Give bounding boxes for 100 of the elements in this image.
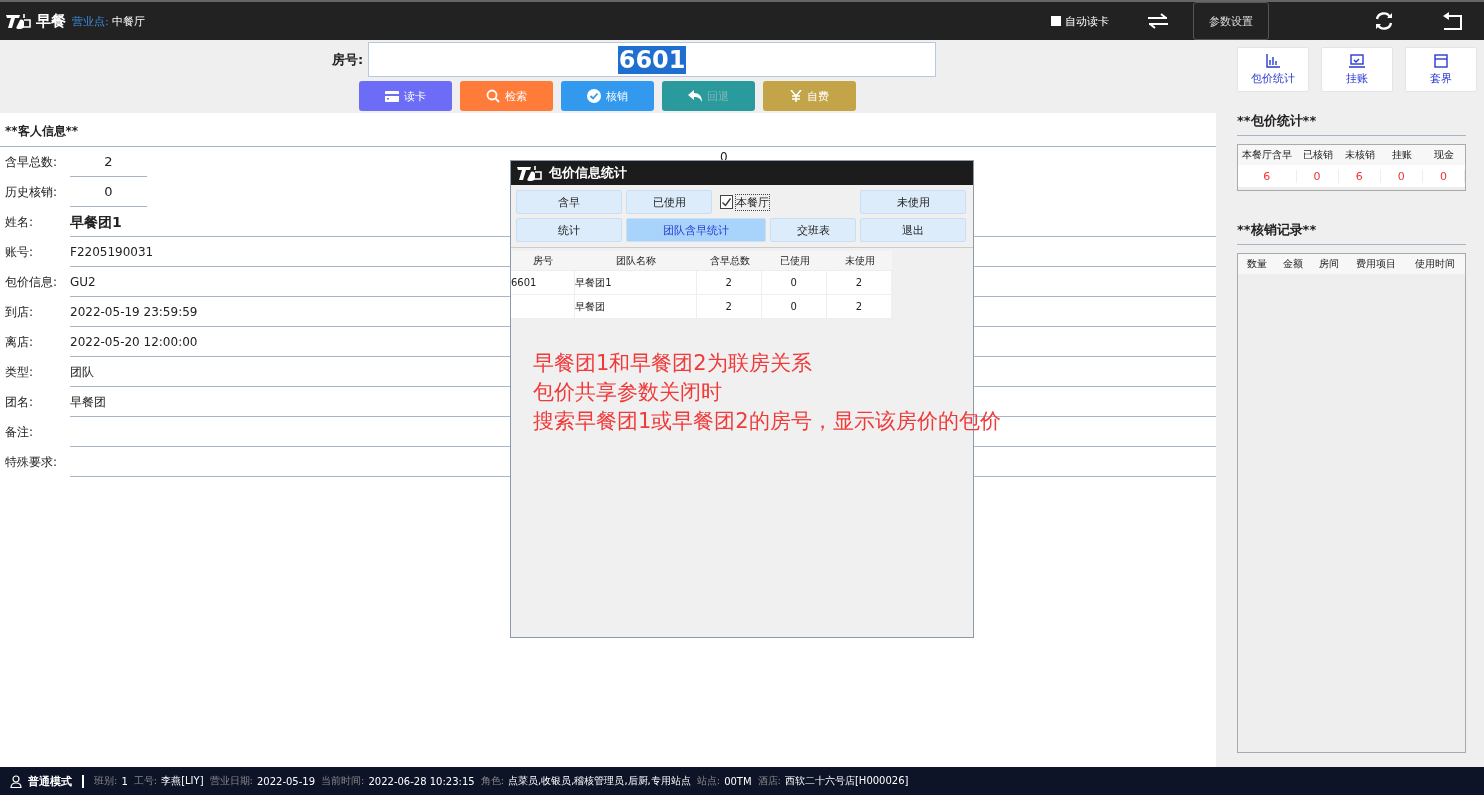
status-label: 站点:: [696, 774, 721, 788]
room-number-field[interactable]: 6601: [368, 42, 937, 77]
annotation-text: 搜索早餐团1或早餐团2的房号，显示该房价的包价: [533, 408, 1001, 435]
auto-read-label: 自动读卡: [1065, 13, 1109, 29]
table-cell: 早餐团1: [575, 275, 612, 290]
field-label: 包价信息:: [4, 273, 59, 291]
column-header: 现金: [1432, 148, 1455, 162]
field-value: GU2: [70, 275, 96, 289]
status-label: 班别:: [94, 774, 118, 788]
column-header: 本餐厅含早: [1241, 148, 1294, 162]
field-value: 2022-05-19 23:59:59: [70, 305, 198, 319]
section-title: **核销记录**: [1237, 221, 1466, 245]
column-header: 数量: [1246, 257, 1268, 271]
column-header: 房号: [532, 253, 554, 268]
status-label: 工号:: [133, 774, 158, 788]
monitor-icon: [1349, 53, 1365, 68]
dialog-button[interactable]: 含早: [516, 190, 622, 214]
checkbox-label: 本餐厅: [735, 193, 770, 211]
outlet-name: 中餐厅: [111, 13, 145, 29]
refresh-icon[interactable]: [1373, 10, 1395, 32]
status-label: 营业日期:: [209, 774, 253, 788]
dialog-button[interactable]: 统计: [516, 218, 622, 242]
table-cell: 6: [1238, 169, 1297, 183]
table-cell: 2: [725, 301, 732, 312]
charge-button[interactable]: 挂账: [1321, 47, 1393, 92]
dialog-button[interactable]: 交班表: [770, 218, 856, 242]
field-value: 0: [70, 177, 147, 207]
auto-read-checkbox[interactable]: [1051, 16, 1061, 26]
status-value: 点菜员,收银员,稽核管理员,后厨,专用站点: [508, 774, 691, 788]
field-value: 团队: [70, 365, 94, 379]
column-header: 团队名称: [615, 253, 657, 268]
field-value: F2205190031: [70, 245, 154, 259]
column-header: 已核销: [1301, 148, 1334, 162]
field-label: 类型:: [4, 363, 35, 381]
field-value: 早餐团: [70, 395, 106, 409]
room-label: 房号:: [331, 50, 364, 69]
package-stats-button[interactable]: 包价统计: [1237, 47, 1309, 92]
field-label: 账号:: [4, 243, 35, 261]
field-label: 特殊要求:: [4, 453, 59, 471]
status-value: 2022-06-28 10:23:15: [368, 775, 475, 787]
dialog-button[interactable]: 退出: [860, 218, 966, 242]
table-cell: 6: [1338, 169, 1381, 183]
column-header: 使用时间: [1413, 257, 1456, 271]
card-icon: [385, 90, 399, 102]
table-cell: 2: [855, 277, 863, 288]
table-cell: 2: [725, 277, 732, 288]
dialog-title: 包价信息统计: [549, 164, 627, 182]
status-label: 角色:: [480, 774, 505, 788]
field-label: 离店:: [4, 333, 35, 351]
table-cell: 6601: [511, 277, 537, 288]
table-cell: 0: [1380, 169, 1423, 183]
search-icon: [486, 89, 500, 103]
status-label: 当前时间:: [321, 774, 365, 788]
return-icon[interactable]: [1441, 11, 1463, 31]
status-value: 1: [121, 775, 128, 787]
dialog-button[interactable]: 未使用: [860, 190, 966, 214]
field-label: 到店:: [4, 303, 35, 321]
settings-button[interactable]: 参数设置: [1193, 2, 1269, 40]
status-value: 李燕[LIY]: [161, 774, 204, 788]
column-header: 金额: [1282, 257, 1305, 271]
read-card-button[interactable]: 读卡: [359, 81, 452, 111]
dialog-button[interactable]: 已使用: [626, 190, 712, 214]
table-cell: 0: [790, 277, 797, 288]
logo-icon: [4, 12, 34, 30]
column-header: 已使用: [778, 253, 811, 268]
column-header: 费用项目: [1355, 257, 1398, 271]
field-value: 2: [70, 147, 147, 177]
app-title: 早餐: [36, 11, 66, 31]
table-cell: 早餐团: [575, 299, 606, 314]
column-header: 未核销: [1343, 148, 1376, 162]
field-value: 2022-05-20 12:00:00: [70, 335, 198, 349]
dialog-button[interactable]: 团队含早统计: [626, 218, 766, 242]
bar-chart-icon: [1266, 53, 1280, 68]
field-label: 团名:: [4, 393, 35, 411]
table-cell: 0: [790, 301, 797, 312]
section-title: **包价统计**: [1237, 112, 1466, 136]
column-header: 含早总数: [708, 253, 751, 268]
table-cell: 2: [855, 301, 863, 312]
swap-icon[interactable]: [1147, 13, 1169, 29]
package-button[interactable]: 套界: [1405, 47, 1477, 92]
status-label: 酒店:: [757, 774, 781, 788]
annotation-text: 早餐团1和早餐团2为联房关系: [533, 350, 812, 377]
table-cell: 0: [1422, 169, 1465, 183]
annotation-text: 包价共享参数关闭时: [533, 379, 722, 406]
user-icon: [10, 774, 22, 788]
status-value: 00TM: [724, 775, 752, 787]
status-value: 西软二十六号店[H000026]: [784, 774, 909, 788]
table-cell: 0: [1296, 169, 1339, 183]
field-label: 备注:: [4, 423, 35, 441]
field-label: 姓名:: [4, 213, 35, 231]
yen-icon: [790, 90, 802, 102]
back-arrow-icon: [688, 90, 702, 102]
field-label: 含早总数:: [4, 153, 59, 171]
restaurant-checkbox[interactable]: [720, 195, 733, 209]
field-value: 早餐团1: [70, 214, 122, 230]
field-label: 历史核销:: [4, 183, 59, 201]
column-header: 房间: [1318, 257, 1341, 271]
mode-label: 普通模式: [28, 773, 72, 789]
logo-icon: [515, 164, 545, 182]
column-header: 挂账: [1390, 148, 1413, 162]
